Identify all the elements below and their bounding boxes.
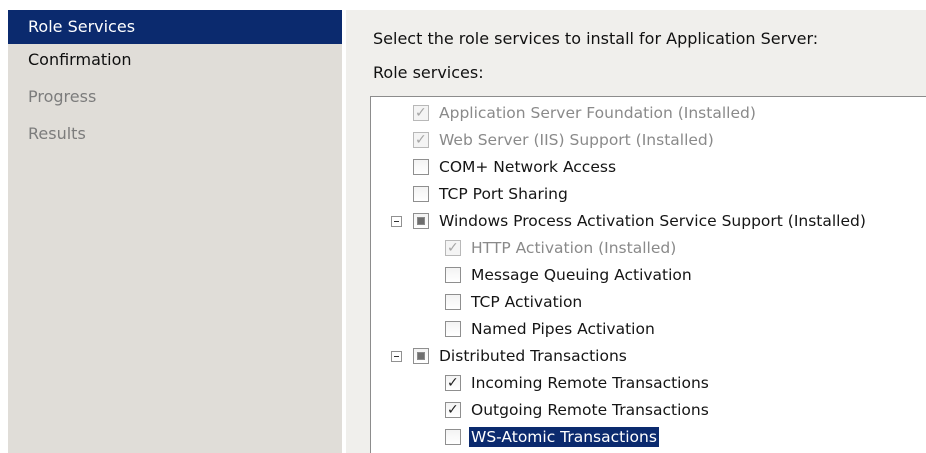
checkmark-icon: ✓ <box>447 375 459 391</box>
tree-item-outgoing-remote-transactions[interactable]: ✓ Outgoing Remote Transactions <box>371 397 926 424</box>
collapse-icon[interactable] <box>391 216 402 227</box>
step-label: Progress <box>28 87 97 106</box>
checkbox[interactable]: ✓ <box>445 402 461 418</box>
checkmark-icon: ✓ <box>415 105 427 121</box>
tree-item-tcp-port-sharing[interactable]: TCP Port Sharing <box>371 181 926 208</box>
tree-item-http-activation[interactable]: ✓ HTTP Activation (Installed) <box>371 235 926 262</box>
step-confirmation[interactable]: Confirmation <box>8 44 342 81</box>
tree-item-named-pipes-activation[interactable]: Named Pipes Activation <box>371 316 926 343</box>
role-services-panel: Select the role services to install for … <box>346 10 926 453</box>
step-results: Results <box>8 118 342 155</box>
checkbox[interactable] <box>413 186 429 202</box>
tree-item-label: Application Server Foundation (Installed… <box>439 104 756 122</box>
tree-item-message-queuing-activation[interactable]: Message Queuing Activation <box>371 262 926 289</box>
tree-item-label: HTTP Activation (Installed) <box>471 239 677 257</box>
checkbox[interactable] <box>413 213 429 229</box>
tree-item-windows-process-activation-service-support[interactable]: Windows Process Activation Service Suppo… <box>371 208 926 235</box>
checkbox[interactable] <box>413 348 429 364</box>
tree-item-label: Web Server (IIS) Support (Installed) <box>439 131 714 149</box>
checkbox[interactable] <box>445 321 461 337</box>
checkmark-icon: ✓ <box>447 402 459 418</box>
checkbox[interactable] <box>445 267 461 283</box>
tree-item-label: Distributed Transactions <box>439 347 627 365</box>
step-label: Results <box>28 124 86 143</box>
tree-item-label: Named Pipes Activation <box>471 320 655 338</box>
tree-item-label: WS-Atomic Transactions <box>469 427 659 447</box>
tree-item-ws-atomic-transactions[interactable]: WS-Atomic Transactions <box>371 424 926 451</box>
checkbox[interactable]: ✓ <box>445 375 461 391</box>
checkbox: ✓ <box>413 105 429 121</box>
checkbox: ✓ <box>413 132 429 148</box>
tree-item-com-network-access[interactable]: COM+ Network Access <box>371 154 926 181</box>
tree-item-web-server-support[interactable]: ✓ Web Server (IIS) Support (Installed) <box>371 127 926 154</box>
checkbox: ✓ <box>445 240 461 256</box>
tree-item-label: TCP Activation <box>471 293 583 311</box>
checkbox[interactable] <box>413 159 429 175</box>
tree-item-tcp-activation[interactable]: TCP Activation <box>371 289 926 316</box>
add-role-services-wizard: Role Services Confirmation Progress Resu… <box>0 0 926 453</box>
collapse-icon[interactable] <box>391 351 402 362</box>
tree-item-distributed-transactions[interactable]: Distributed Transactions <box>371 343 926 370</box>
step-label: Role Services <box>28 17 136 36</box>
tree-item-label: TCP Port Sharing <box>439 185 568 203</box>
instruction-text: Select the role services to install for … <box>373 29 819 48</box>
role-services-tree[interactable]: ✓ Application Server Foundation (Installe… <box>370 96 926 453</box>
wizard-steps-sidebar: Role Services Confirmation Progress Resu… <box>8 10 342 453</box>
tree-item-label: Message Queuing Activation <box>471 266 692 284</box>
checkbox[interactable] <box>445 429 461 445</box>
tree-item-label: Windows Process Activation Service Suppo… <box>439 212 866 230</box>
checkmark-icon: ✓ <box>415 132 427 148</box>
checkbox[interactable] <box>445 294 461 310</box>
step-label: Confirmation <box>28 50 132 69</box>
tree-item-label: Incoming Remote Transactions <box>471 374 709 392</box>
tree-item-label: Outgoing Remote Transactions <box>471 401 709 419</box>
step-role-services[interactable]: Role Services <box>8 10 342 44</box>
tree-item-incoming-remote-transactions[interactable]: ✓ Incoming Remote Transactions <box>371 370 926 397</box>
checkmark-icon: ✓ <box>447 240 459 256</box>
tree-item-application-server-foundation[interactable]: ✓ Application Server Foundation (Installe… <box>371 100 926 127</box>
role-services-label: Role services: <box>373 63 484 82</box>
tree-item-label: COM+ Network Access <box>439 158 617 176</box>
step-progress: Progress <box>8 81 342 118</box>
